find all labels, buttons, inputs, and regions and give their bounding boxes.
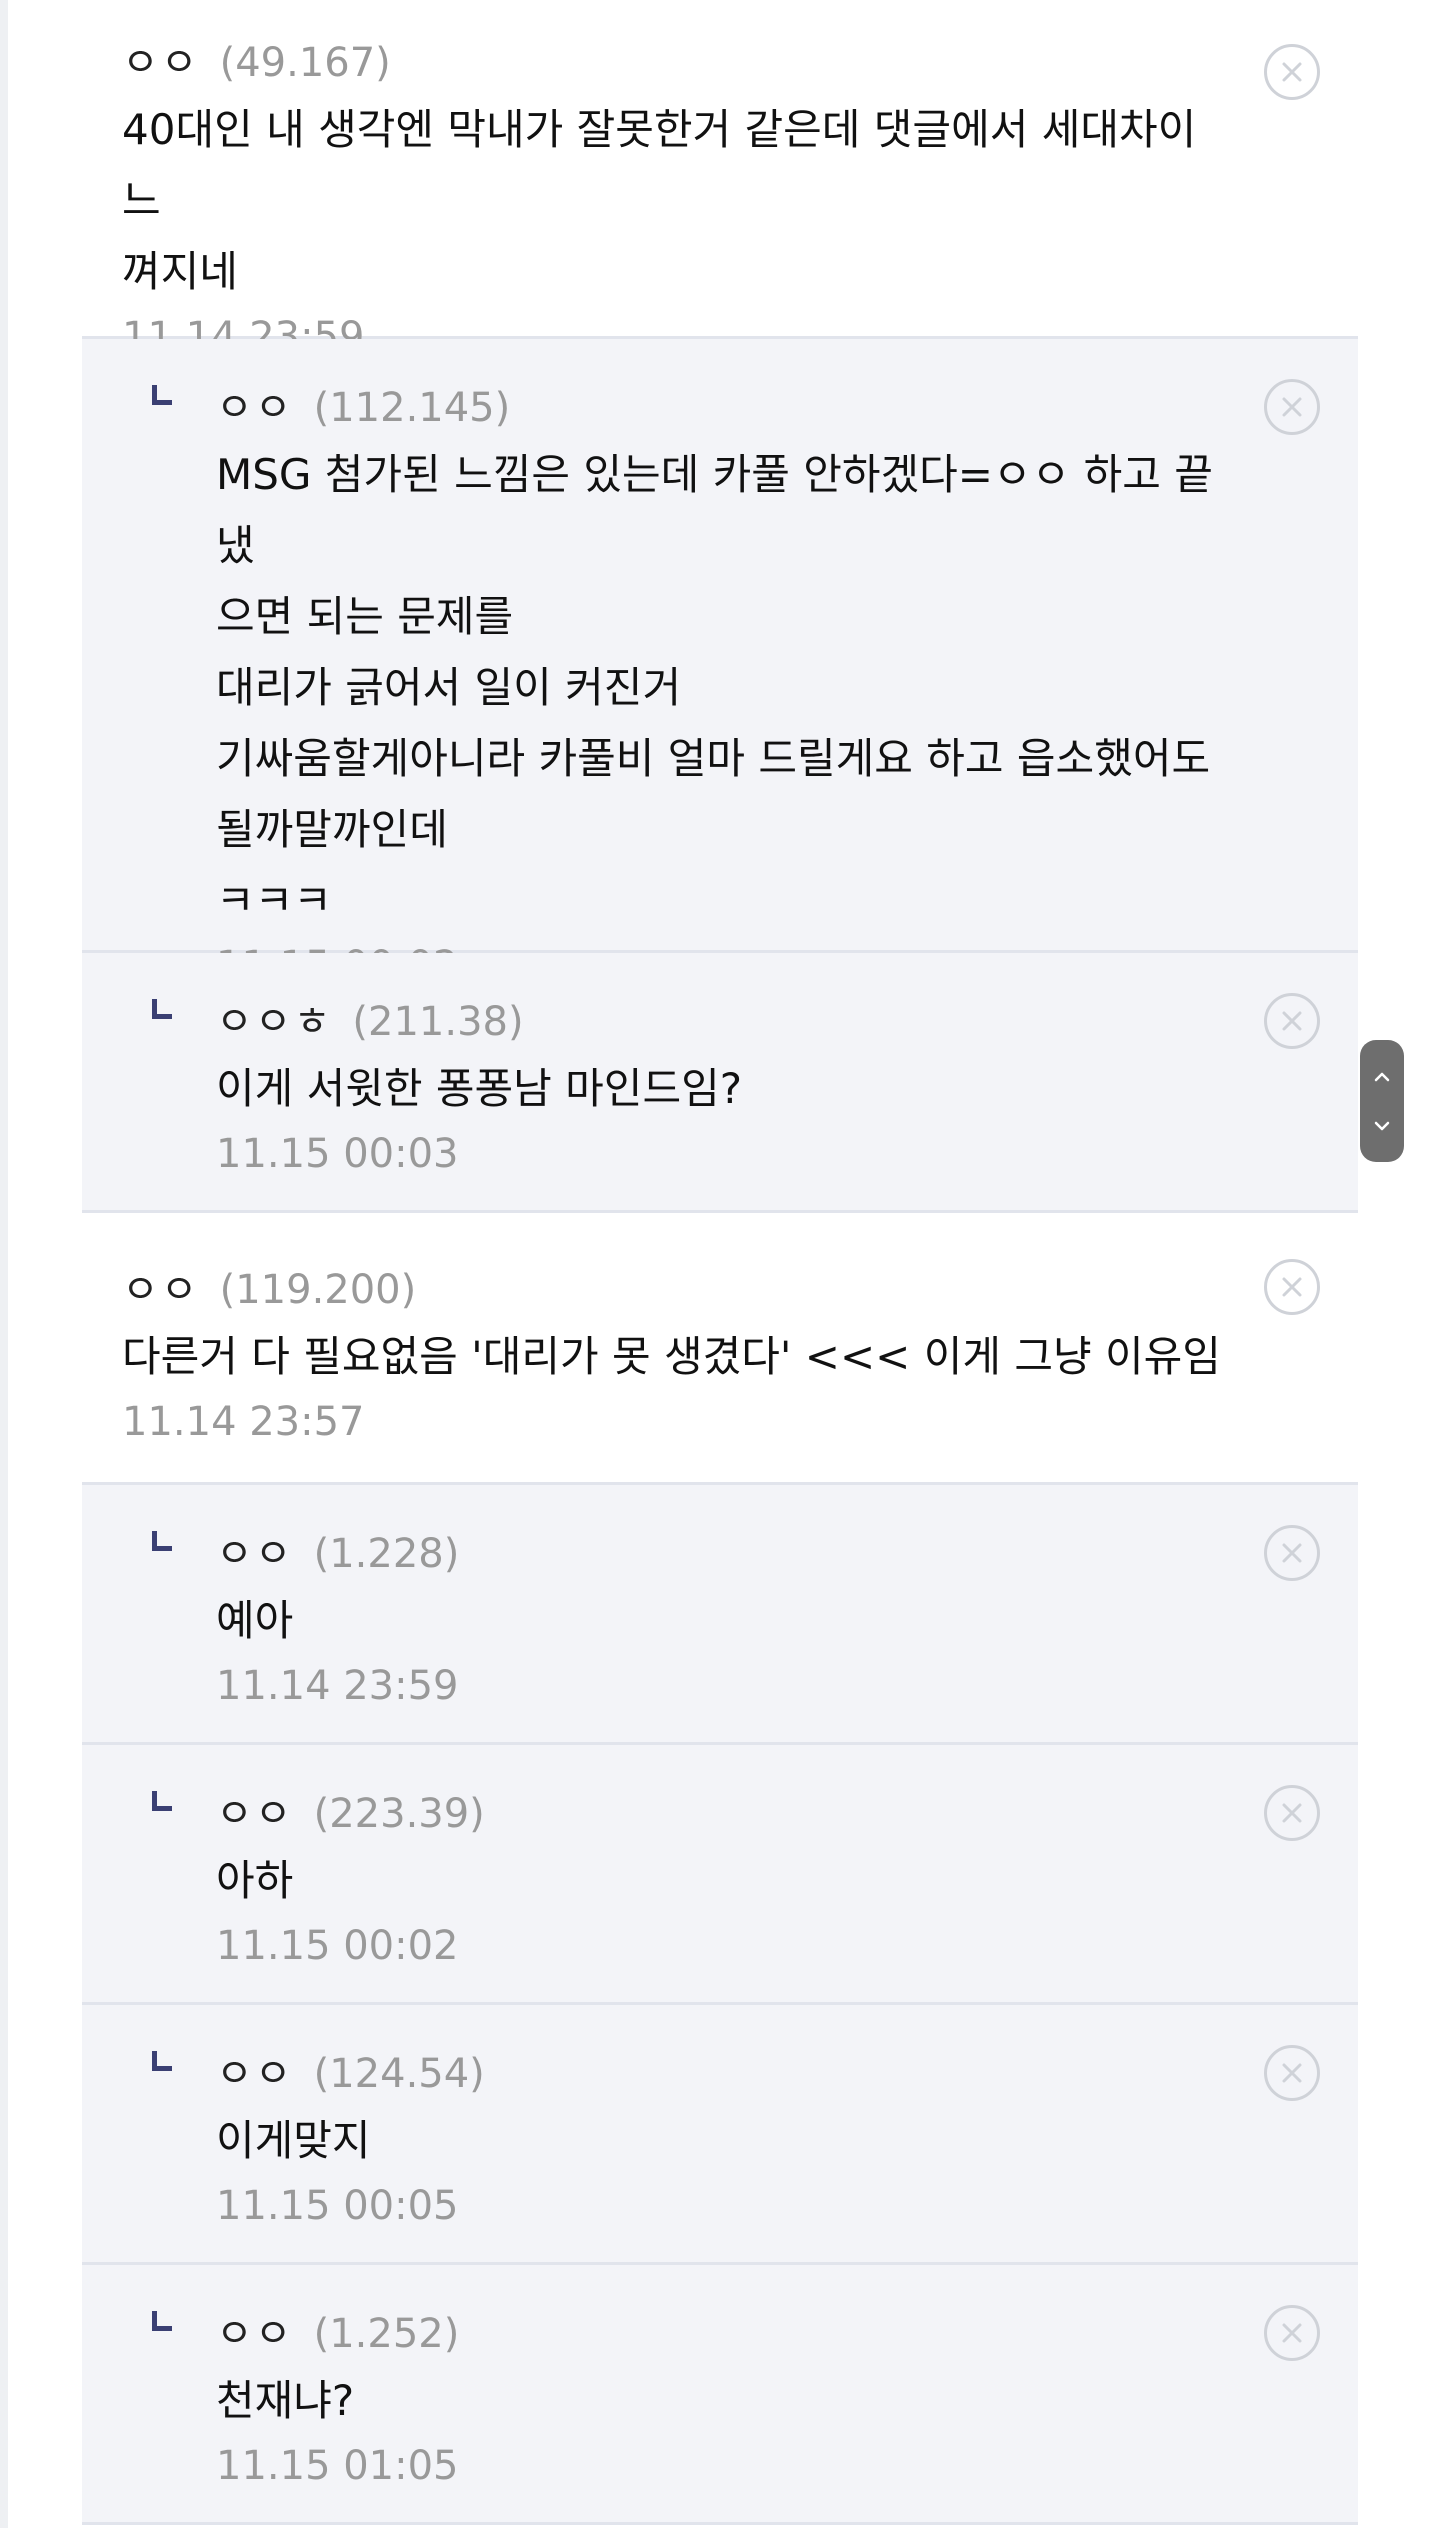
comment-author[interactable]: ㅇㅇㅎ bbox=[216, 989, 332, 1047]
reply-comment: ㅇㅇㅎ (211.38) 이게 서윗한 퐁퐁남 마인드임? 11.15 00:0… bbox=[82, 953, 1358, 1213]
close-circle-icon[interactable] bbox=[1264, 44, 1320, 100]
reply-comment: ㅇㅇ (1.228) 예아 11.14 23:59 bbox=[82, 1485, 1358, 1745]
chevron-up-icon[interactable] bbox=[1372, 1067, 1392, 1087]
comment-time: 11.15 01:05 bbox=[216, 2443, 459, 2489]
comment-meta: ㅇㅇ (1.252) bbox=[216, 2301, 1238, 2357]
reply-corner-icon bbox=[152, 1791, 172, 1811]
chevron-down-icon[interactable] bbox=[1372, 1116, 1392, 1136]
comment-ip: (1.228) bbox=[313, 1531, 460, 1577]
comment-meta: ㅇㅇ (112.145) bbox=[216, 375, 1238, 431]
close-circle-icon[interactable] bbox=[1264, 379, 1320, 435]
comment-meta: ㅇㅇ (124.54) bbox=[216, 2041, 1238, 2097]
comment-author[interactable]: ㅇㅇ bbox=[122, 30, 200, 88]
comment-list: ㅇㅇ (49.167) 40대인 내 생각엔 막내가 잘못한거 같은데 댓글에서… bbox=[82, 0, 1358, 2525]
comment-time: 11.14 23:57 bbox=[122, 1399, 365, 1445]
comment-author[interactable]: ㅇㅇ bbox=[216, 1521, 294, 1579]
close-circle-icon[interactable] bbox=[1264, 2045, 1320, 2101]
comment-text: MSG 첨가된 느낌은 있는데 카풀 안하겠다=ㅇㅇ 하고 끝냈 으면 되는 문… bbox=[216, 450, 1213, 925]
reply-comment: ㅇㅇ (1.252) 천재냐? 11.15 01:05 bbox=[82, 2265, 1358, 2525]
comment-meta: ㅇㅇ (119.200) bbox=[122, 1257, 1238, 1313]
comment-meta: ㅇㅇㅎ (211.38) bbox=[216, 989, 1238, 1045]
comment-text: 40대인 내 생각엔 막내가 잘못한거 같은데 댓글에서 세대차이 느 껴지네 bbox=[122, 105, 1197, 296]
reply-corner-icon bbox=[152, 2051, 172, 2071]
reply-comment: ㅇㅇ (223.39) 아하 11.15 00:02 bbox=[82, 1745, 1358, 2005]
comment-ip: (112.145) bbox=[313, 385, 511, 431]
comment: ㅇㅇ (119.200) 다른거 다 필요없음 '대리가 못 생겼다' <<< … bbox=[82, 1213, 1358, 1485]
reply-comment: ㅇㅇ (124.54) 이게맞지 11.15 00:05 bbox=[82, 2005, 1358, 2265]
close-circle-icon[interactable] bbox=[1264, 1785, 1320, 1841]
comment-time: 11.15 00:02 bbox=[216, 1923, 459, 1969]
comment-time: 11.15 00:03 bbox=[216, 1131, 459, 1177]
comment-author[interactable]: ㅇㅇ bbox=[122, 1257, 200, 1315]
comment-author[interactable]: ㅇㅇ bbox=[216, 2301, 294, 2359]
comment-text: 천재냐? bbox=[216, 2376, 355, 2425]
comment-meta: ㅇㅇ (49.167) bbox=[122, 30, 1238, 86]
close-circle-icon[interactable] bbox=[1264, 1259, 1320, 1315]
comment-text: 이게 서윗한 퐁퐁남 마인드임? bbox=[216, 1064, 743, 1113]
comment-time: 11.15 00:05 bbox=[216, 2183, 459, 2229]
reply-corner-icon bbox=[152, 1531, 172, 1551]
comment-ip: (49.167) bbox=[219, 40, 391, 86]
comment-time: 11.14 23:59 bbox=[216, 1663, 459, 1709]
comment-author[interactable]: ㅇㅇ bbox=[216, 1781, 294, 1839]
comment-ip: (124.54) bbox=[313, 2051, 485, 2097]
comment-ip: (1.252) bbox=[313, 2311, 460, 2357]
close-circle-icon[interactable] bbox=[1264, 2305, 1320, 2361]
reply-corner-icon bbox=[152, 2311, 172, 2331]
comment: ㅇㅇ (49.167) 40대인 내 생각엔 막내가 잘못한거 같은데 댓글에서… bbox=[82, 0, 1358, 360]
reply-comment: ㅇㅇ (112.145) MSG 첨가된 느낌은 있는데 카풀 안하겠다=ㅇㅇ … bbox=[82, 339, 1358, 989]
comment-author[interactable]: ㅇㅇ bbox=[216, 2041, 294, 2099]
comment-text: 예아 bbox=[216, 1596, 294, 1645]
comment-ip: (211.38) bbox=[352, 999, 524, 1045]
comment-text: 아하 bbox=[216, 1856, 294, 1905]
comment-text: 다른거 다 필요없음 '대리가 못 생겼다' <<< 이게 그냥 이유임 bbox=[122, 1332, 1221, 1381]
comment-author[interactable]: ㅇㅇ bbox=[216, 375, 294, 433]
close-circle-icon[interactable] bbox=[1264, 1525, 1320, 1581]
reply-corner-icon bbox=[152, 385, 172, 405]
reply-corner-icon bbox=[152, 999, 172, 1019]
comment-ip: (223.39) bbox=[313, 1791, 485, 1837]
page-edge bbox=[0, 0, 8, 2528]
comment-ip: (119.200) bbox=[219, 1267, 417, 1313]
close-circle-icon[interactable] bbox=[1264, 993, 1320, 1049]
comment-meta: ㅇㅇ (1.228) bbox=[216, 1521, 1238, 1577]
comment-meta: ㅇㅇ (223.39) bbox=[216, 1781, 1238, 1837]
comment-text: 이게맞지 bbox=[216, 2116, 371, 2165]
scroll-control bbox=[1360, 1040, 1404, 1162]
